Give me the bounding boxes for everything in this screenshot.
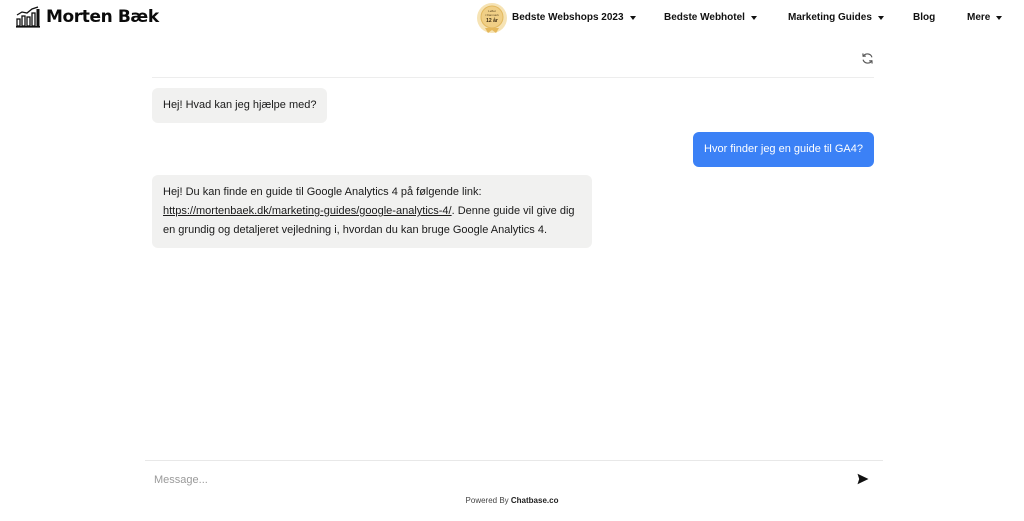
- caret-down-icon: [877, 15, 884, 20]
- refresh-icon[interactable]: [861, 52, 874, 65]
- guide-link[interactable]: https://mortenbaek.dk/marketing-guides/g…: [163, 205, 452, 217]
- award-badge-icon: Løftet i Danmark 12 år: [477, 3, 507, 33]
- message-text: Hej! Hvad kan jeg hjælpe med?: [163, 99, 317, 111]
- caret-down-icon: [750, 15, 757, 20]
- message-input[interactable]: [154, 470, 814, 490]
- nav-label: Blog: [913, 12, 936, 23]
- badge-line2: i Danmark: [485, 13, 499, 17]
- nav-item-bedste-webhotel[interactable]: Bedste Webhotel: [664, 12, 757, 23]
- nav-label: Bedste Webhotel: [664, 12, 745, 23]
- nav-item-bedste-webshops[interactable]: Bedste Webshops 2023: [512, 12, 636, 23]
- caret-down-icon: [629, 15, 636, 20]
- powered-by: Powered By Chatbase.co: [0, 496, 1024, 505]
- badge-line3: 12 år: [486, 17, 498, 24]
- site-header: Morten Bæk Løftet i Danmark 12 år Bedste…: [0, 0, 1024, 38]
- message-text: Hvor finder jeg en guide til GA4?: [704, 143, 863, 155]
- nav-label: Marketing Guides: [788, 12, 872, 23]
- nav-item-blog[interactable]: Blog: [913, 12, 935, 23]
- caret-down-icon: [996, 15, 1003, 20]
- bot-message: Hej! Du kan finde en guide til Google An…: [152, 175, 592, 248]
- nav-label: Bedste Webshops 2023: [512, 12, 624, 23]
- chatbase-link[interactable]: Chatbase.co: [511, 496, 559, 505]
- nav-item-mere[interactable]: Mere: [967, 12, 1003, 23]
- message-text-before: Hej! Du kan finde en guide til Google An…: [163, 186, 482, 198]
- main-nav: Løftet i Danmark 12 år Bedste Webshops 2…: [0, 0, 1024, 38]
- nav-item-marketing-guides[interactable]: Marketing Guides: [788, 12, 884, 23]
- chat-toolbar: [152, 46, 874, 78]
- send-icon[interactable]: [857, 473, 869, 485]
- message-composer: [145, 460, 883, 498]
- nav-label: Mere: [967, 12, 991, 23]
- powered-by-prefix: Powered By: [465, 496, 511, 505]
- bot-message: Hej! Hvad kan jeg hjælpe med?: [152, 88, 328, 123]
- user-message: Hvor finder jeg en guide til GA4?: [693, 132, 874, 167]
